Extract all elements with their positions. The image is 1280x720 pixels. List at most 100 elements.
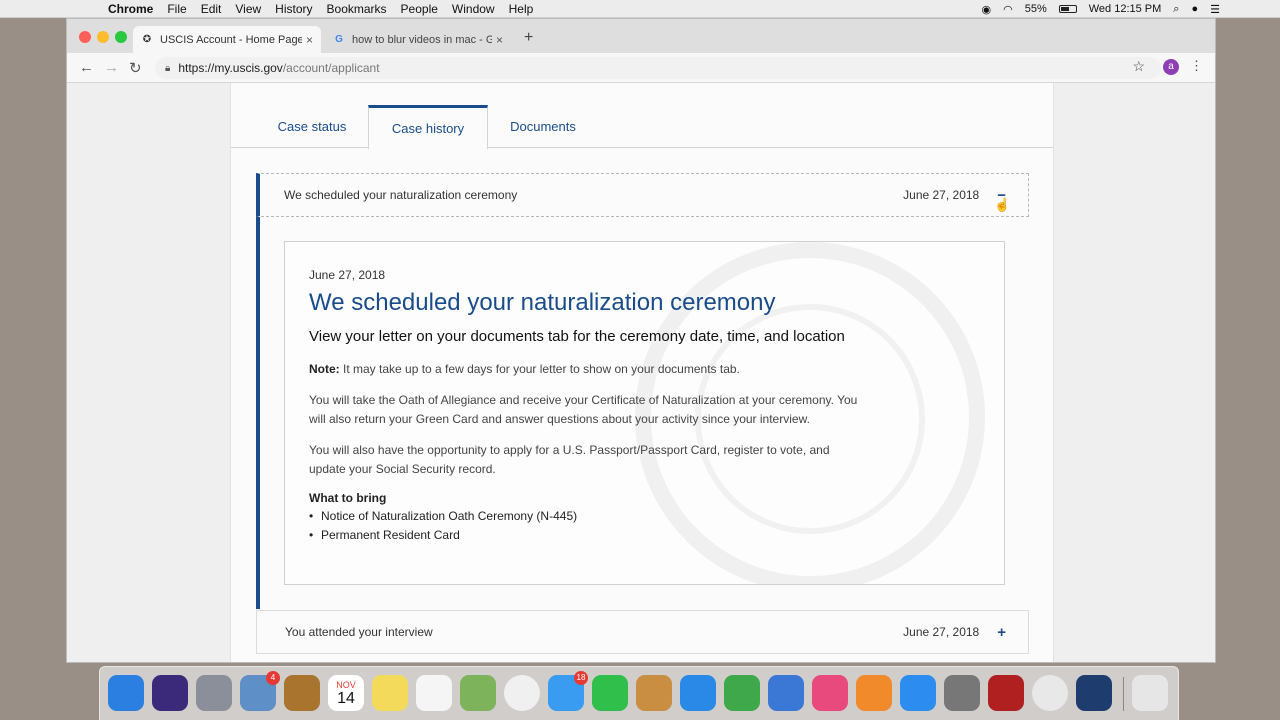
detail-subheading: View your letter on your documents tab f…	[309, 328, 845, 345]
list-item: Permanent Resident Card	[309, 526, 869, 545]
dock-badge: 4	[266, 671, 280, 685]
chrome-menu-icon[interactable]: ⋮	[1190, 58, 1203, 74]
keynote-icon[interactable]	[768, 675, 804, 711]
hand-cursor-icon: ☝	[994, 197, 1011, 212]
numbers-icon[interactable]	[724, 675, 760, 711]
page-viewport: Case status Case history Documents We sc…	[67, 83, 1215, 662]
menubar-status-area: ◉ ◠ 55% Wed 12:15 PM ⌕ ● ☰	[981, 0, 1220, 18]
lock-icon: 🔒︎	[165, 62, 171, 74]
screen-record-icon[interactable]: ◉	[981, 3, 991, 16]
finder-icon[interactable]	[108, 675, 144, 711]
menu-history[interactable]: History	[275, 2, 312, 16]
expanded-accent-bar	[256, 217, 260, 609]
chrome-icon[interactable]	[1032, 675, 1068, 711]
address-bar[interactable]: 🔒︎ https://my.uscis.gov /account/applica…	[155, 57, 1161, 79]
calendar-day: 14	[337, 690, 355, 707]
tab-title: how to blur videos in mac - Go	[352, 33, 492, 46]
tab-case-history[interactable]: Case history	[368, 105, 488, 149]
menu-view[interactable]: View	[235, 2, 261, 16]
detail-date: June 27, 2018	[309, 268, 386, 282]
contacts-icon[interactable]	[284, 675, 320, 711]
new-tab-button[interactable]: +	[524, 29, 533, 47]
ibooks-icon[interactable]	[856, 675, 892, 711]
photos-icon[interactable]	[504, 675, 540, 711]
history-item-ceremony[interactable]: We scheduled your naturalization ceremon…	[256, 173, 1029, 217]
detail-paragraph-1: You will take the Oath of Allegiance and…	[309, 393, 858, 426]
browser-tab-google[interactable]: G how to blur videos in mac - Go ×	[325, 26, 511, 53]
menu-file[interactable]: File	[167, 2, 186, 16]
menu-window[interactable]: Window	[452, 2, 495, 16]
battery-icon[interactable]	[1058, 5, 1077, 13]
preview-icon[interactable]	[636, 675, 672, 711]
launchpad-icon[interactable]	[196, 675, 232, 711]
tab-title: USCIS Account - Home Page	[160, 33, 302, 46]
chrome-window: ✪ USCIS Account - Home Page × G how to b…	[66, 18, 1216, 663]
menu-people[interactable]: People	[401, 2, 438, 16]
menu-edit[interactable]: Edit	[201, 2, 222, 16]
what-to-bring-title: What to bring	[309, 491, 387, 505]
history-item-interview[interactable]: You attended your interview June 27, 201…	[256, 610, 1029, 654]
tab-close-icon[interactable]: ×	[496, 33, 503, 47]
browser-tab-uscis[interactable]: ✪ USCIS Account - Home Page ×	[133, 26, 321, 53]
itunes-icon[interactable]	[812, 675, 848, 711]
macos-menu-bar: Chrome File Edit View History Bookmarks …	[0, 0, 1280, 18]
reload-icon[interactable]: ↻	[129, 59, 142, 77]
tab-close-icon[interactable]: ×	[306, 33, 313, 47]
messages-icon[interactable]: 18	[548, 671, 588, 711]
menu-app-name[interactable]: Chrome	[108, 2, 153, 16]
reminders-icon[interactable]	[416, 675, 452, 711]
detail-paragraph-2: You will also have the opportunity to ap…	[309, 443, 830, 476]
history-item-title: You attended your interview	[285, 625, 433, 639]
safari-icon[interactable]	[680, 675, 716, 711]
wifi-icon[interactable]: ◠	[1003, 3, 1013, 16]
window-close-button[interactable]	[79, 31, 91, 43]
siri-icon[interactable]	[152, 675, 188, 711]
trash-icon[interactable]	[1132, 675, 1168, 711]
detail-heading: We scheduled your naturalization ceremon…	[309, 289, 776, 316]
google-favicon-icon: G	[335, 33, 343, 45]
dock-separator	[1123, 677, 1124, 711]
siri-icon[interactable]: ●	[1191, 3, 1198, 15]
note-text: It may take up to a few days for your le…	[339, 362, 740, 376]
profile-avatar[interactable]: a	[1163, 59, 1179, 75]
list-item: Notice of Naturalization Oath Ceremony (…	[309, 507, 869, 526]
system-preferences-icon[interactable]	[944, 675, 980, 711]
quicktime-icon[interactable]	[1076, 675, 1112, 711]
uscis-favicon-icon: ✪	[142, 33, 152, 45]
notification-center-icon[interactable]: ☰	[1210, 3, 1220, 16]
menu-help[interactable]: Help	[509, 2, 534, 16]
what-to-bring-list: Notice of Naturalization Oath Ceremony (…	[309, 507, 869, 545]
history-item-date: June 27, 2018	[903, 625, 980, 639]
clock[interactable]: Wed 12:15 PM	[1089, 3, 1162, 15]
history-item-title: We scheduled your naturalization ceremon…	[284, 188, 518, 202]
history-item-date: June 27, 2018	[903, 188, 980, 202]
back-arrow-icon[interactable]: ←	[79, 59, 94, 76]
photo-booth-icon[interactable]	[988, 675, 1024, 711]
app-store-icon[interactable]	[900, 675, 936, 711]
url-path: /account/applicant	[282, 61, 380, 75]
tab-documents[interactable]: Documents	[493, 105, 593, 148]
window-zoom-button[interactable]	[115, 31, 127, 43]
tab-strip: ✪ USCIS Account - Home Page × G how to b…	[67, 19, 1215, 53]
window-minimize-button[interactable]	[97, 31, 109, 43]
facetime-icon[interactable]	[592, 675, 628, 711]
notes-icon[interactable]	[372, 675, 408, 711]
detail-content: June 27, 2018 We scheduled your naturali…	[309, 268, 869, 545]
browser-toolbar: ← → ↻ 🔒︎ https://my.uscis.gov /account/a…	[67, 53, 1215, 83]
forward-arrow-icon[interactable]: →	[104, 59, 119, 76]
bookmark-star-icon[interactable]: ☆	[1132, 58, 1145, 75]
battery-percent[interactable]: 55%	[1025, 3, 1047, 15]
mail-icon[interactable]: 4	[240, 671, 280, 711]
expand-plus-icon[interactable]: +	[997, 624, 1006, 641]
note-label: Note:	[309, 362, 340, 376]
menu-bookmarks[interactable]: Bookmarks	[327, 2, 387, 16]
dock-badge: 18	[574, 671, 588, 685]
main-content: Case status Case history Documents We sc…	[230, 83, 1054, 662]
case-tabs: Case status Case history Documents	[231, 105, 1053, 149]
spotlight-icon[interactable]: ⌕	[1173, 3, 1179, 16]
history-detail-panel: June 27, 2018 We scheduled your naturali…	[284, 241, 1005, 585]
detail-note: Note: It may take up to a few days for y…	[309, 360, 869, 379]
tab-case-status[interactable]: Case status	[253, 105, 371, 148]
maps-icon[interactable]	[460, 675, 496, 711]
calendar-icon[interactable]: NOV 14	[328, 675, 364, 711]
